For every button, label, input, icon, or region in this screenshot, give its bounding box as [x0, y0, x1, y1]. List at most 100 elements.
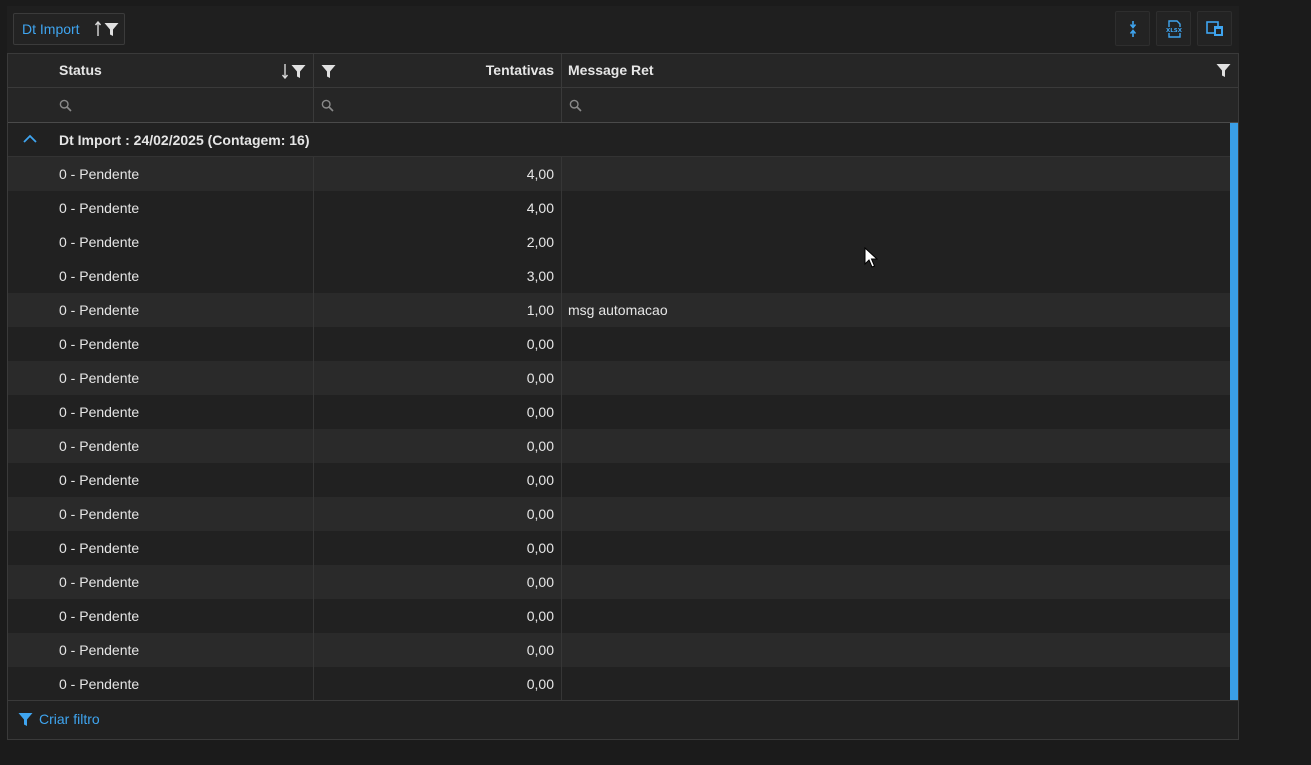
column-chooser-button[interactable]	[1197, 11, 1232, 46]
message-cell	[568, 361, 1218, 395]
tentativas-search-input[interactable]	[321, 88, 556, 122]
message-cell	[568, 497, 1218, 531]
status-filter-icon[interactable]	[291, 64, 306, 79]
column-divider	[561, 565, 562, 599]
status-cell: 0 - Pendente	[59, 336, 140, 352]
message-cell	[568, 531, 1218, 565]
status-cell: 0 - Pendente	[59, 234, 140, 250]
column-divider	[561, 157, 562, 191]
column-divider	[561, 259, 562, 293]
status-cell: 0 - Pendente	[59, 676, 140, 692]
status-cell: 0 - Pendente	[59, 574, 140, 590]
column-header-message[interactable]: Message Ret	[568, 54, 1168, 87]
table-row[interactable]: 0 - Pendente 0,00	[8, 667, 1230, 700]
sort-descending-icon[interactable]	[281, 63, 289, 79]
message-cell: msg automacao	[568, 302, 668, 318]
table-row[interactable]: 0 - Pendente 0,00	[8, 395, 1230, 429]
status-cell: 0 - Pendente	[59, 370, 140, 386]
status-cell: 0 - Pendente	[59, 404, 140, 420]
column-divider	[561, 633, 562, 667]
table-row[interactable]: 0 - Pendente 0,00	[8, 565, 1230, 599]
column-divider	[561, 88, 562, 122]
tentativas-cell: 0,00	[526, 642, 554, 658]
table-row[interactable]: 0 - Pendente 0,00	[8, 429, 1230, 463]
table-row[interactable]: 0 - Pendente 0,00	[8, 599, 1230, 633]
table-row[interactable]: 0 - Pendente 0,00	[8, 361, 1230, 395]
page: Dt Import XLSX Status Tentativas Message…	[0, 0, 1311, 765]
column-divider	[561, 395, 562, 429]
create-filter-button[interactable]: Criar filtro	[18, 711, 100, 727]
grid-header-row: Status Tentativas Message Ret	[8, 54, 1238, 88]
grid-body: Dt Import : 24/02/2025 (Contagem: 16) 0 …	[8, 123, 1230, 700]
table-row[interactable]: 0 - Pendente 0,00	[8, 633, 1230, 667]
group-chip-dt-import[interactable]: Dt Import	[13, 13, 125, 45]
message-cell	[568, 395, 1218, 429]
table-row[interactable]: 0 - Pendente 0,00	[8, 497, 1230, 531]
message-search-input[interactable]	[569, 88, 1229, 122]
filter-icon	[18, 712, 33, 726]
collapse-all-button[interactable]	[1115, 11, 1150, 46]
message-cell	[568, 463, 1218, 497]
message-cell	[568, 633, 1218, 667]
group-row[interactable]: Dt Import : 24/02/2025 (Contagem: 16)	[8, 123, 1230, 157]
group-chip-label: Dt Import	[22, 21, 80, 37]
search-icon	[569, 99, 582, 112]
export-xlsx-button[interactable]: XLSX	[1156, 11, 1191, 46]
message-cell	[568, 667, 1218, 700]
column-divider	[561, 225, 562, 259]
message-cell	[568, 429, 1218, 463]
create-filter-label: Criar filtro	[39, 711, 100, 727]
table-row[interactable]: 0 - Pendente 3,00	[8, 259, 1230, 293]
column-divider[interactable]	[313, 54, 314, 87]
sort-ascending-icon[interactable]	[94, 21, 102, 37]
table-row[interactable]: 0 - Pendente 2,00	[8, 225, 1230, 259]
status-cell: 0 - Pendente	[59, 166, 140, 182]
status-cell: 0 - Pendente	[59, 268, 140, 284]
column-divider	[561, 667, 562, 700]
tentativas-cell: 0,00	[526, 370, 554, 386]
search-icon	[321, 99, 334, 112]
status-cell: 0 - Pendente	[59, 472, 140, 488]
tentativas-cell: 0,00	[526, 608, 554, 624]
status-cell: 0 - Pendente	[59, 540, 140, 556]
message-cell	[568, 259, 1218, 293]
message-cell	[568, 599, 1218, 633]
vertical-scrollbar[interactable]	[1230, 123, 1238, 700]
message-filter-icon[interactable]	[1216, 63, 1231, 78]
tentativas-cell: 1,00	[526, 302, 554, 318]
status-cell: 0 - Pendente	[59, 506, 140, 522]
table-row[interactable]: 0 - Pendente 0,00	[8, 463, 1230, 497]
column-divider	[561, 293, 562, 327]
tentativas-cell: 0,00	[526, 574, 554, 590]
column-divider	[561, 497, 562, 531]
group-row-label: Dt Import : 24/02/2025 (Contagem: 16)	[59, 132, 310, 148]
status-cell: 0 - Pendente	[59, 302, 140, 318]
table-row[interactable]: 0 - Pendente 4,00	[8, 191, 1230, 225]
table-row[interactable]: 0 - Pendente 1,00 msg automacao	[8, 293, 1230, 327]
table-row[interactable]: 0 - Pendente 0,00	[8, 531, 1230, 565]
xlsx-export-icon: XLSX	[1165, 19, 1183, 38]
column-header-tentativas[interactable]: Tentativas	[348, 54, 554, 87]
collapse-arrows-icon	[1129, 20, 1136, 37]
svg-text:XLSX: XLSX	[1166, 28, 1183, 34]
status-cell: 0 - Pendente	[59, 438, 140, 454]
table-row[interactable]: 0 - Pendente 0,00	[8, 327, 1230, 361]
filter-icon[interactable]	[104, 22, 119, 37]
message-cell	[568, 191, 1218, 225]
message-cell	[568, 157, 1218, 191]
tentativas-filter-icon[interactable]	[321, 64, 336, 79]
status-cell: 0 - Pendente	[59, 642, 140, 658]
status-cell: 0 - Pendente	[59, 608, 140, 624]
tentativas-cell: 0,00	[526, 676, 554, 692]
table-row[interactable]: 0 - Pendente 4,00	[8, 157, 1230, 191]
column-divider	[313, 88, 314, 122]
chevron-up-icon[interactable]	[22, 134, 38, 144]
status-search-input[interactable]	[59, 88, 309, 122]
column-header-status[interactable]: Status	[59, 54, 289, 87]
column-divider	[561, 599, 562, 633]
tentativas-cell: 4,00	[526, 200, 554, 216]
tentativas-cell: 0,00	[526, 404, 554, 420]
filter-panel: Criar filtro	[8, 700, 1238, 739]
message-cell	[568, 327, 1218, 361]
column-divider[interactable]	[561, 54, 562, 87]
